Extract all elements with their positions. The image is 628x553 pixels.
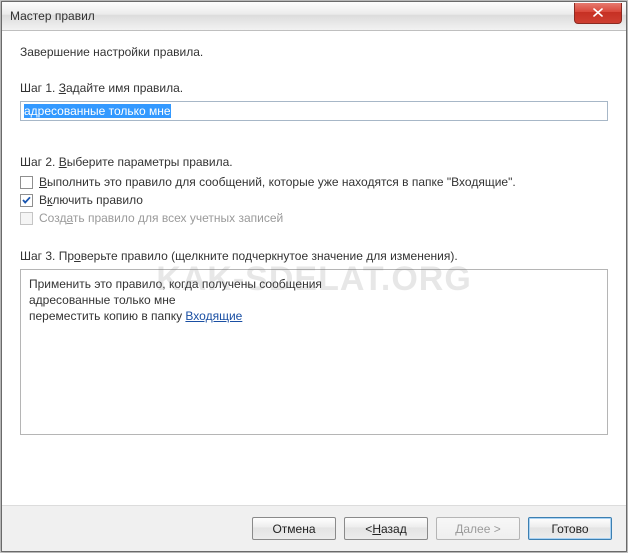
checkbox-enable-rule[interactable]: Включить правило: [20, 193, 608, 207]
window-title: Мастер правил: [10, 9, 95, 23]
step3-group: Шаг 3. Проверьте правило (щелкните подче…: [20, 249, 608, 435]
checkbox-label: Включить правило: [39, 193, 143, 207]
step2-label: Шаг 2. Выберите параметры правила.: [20, 155, 608, 169]
back-button[interactable]: < Назад: [344, 517, 428, 540]
close-icon: [593, 8, 603, 17]
check-icon: [21, 195, 32, 206]
folder-link[interactable]: Входящие: [185, 309, 242, 323]
step1-label: Шаг 1. Задайте имя правила.: [20, 81, 608, 95]
wizard-content: Завершение настройки правила. Шаг 1. Зад…: [2, 31, 626, 505]
step2-group: Шаг 2. Выберите параметры правила. Выпол…: [20, 155, 608, 225]
cancel-button[interactable]: Отмена: [252, 517, 336, 540]
close-button[interactable]: [574, 3, 622, 24]
checkbox-icon: [20, 194, 33, 207]
wizard-window: Мастер правил Завершение настройки прави…: [1, 1, 627, 552]
checkbox-all-accounts: Создать правило для всех учетных записей: [20, 211, 608, 225]
wizard-subtitle: Завершение настройки правила.: [20, 45, 608, 59]
rule-preview-line: Применить это правило, когда получены со…: [29, 276, 599, 292]
rule-name-input[interactable]: адресованные только мне: [20, 101, 608, 121]
checkbox-icon: [20, 212, 33, 225]
rule-preview-line: переместить копию в папку Входящие: [29, 308, 599, 324]
checkbox-label: Выполнить это правило для сообщений, кот…: [39, 175, 516, 189]
checkbox-label: Создать правило для всех учетных записей: [39, 211, 283, 225]
wizard-footer: Отмена < Назад Далее > Готово: [2, 505, 626, 551]
checkbox-icon: [20, 176, 33, 189]
step3-label: Шаг 3. Проверьте правило (щелкните подче…: [20, 249, 608, 263]
checkbox-run-on-inbox[interactable]: Выполнить это правило для сообщений, кот…: [20, 175, 608, 189]
titlebar: Мастер правил: [2, 2, 626, 31]
finish-button[interactable]: Готово: [528, 517, 612, 540]
rule-name-field[interactable]: адресованные только мне: [20, 101, 608, 121]
rule-preview-line: адресованные только мне: [29, 292, 599, 308]
rule-preview-panel: Применить это правило, когда получены со…: [20, 269, 608, 435]
next-button: Далее >: [436, 517, 520, 540]
